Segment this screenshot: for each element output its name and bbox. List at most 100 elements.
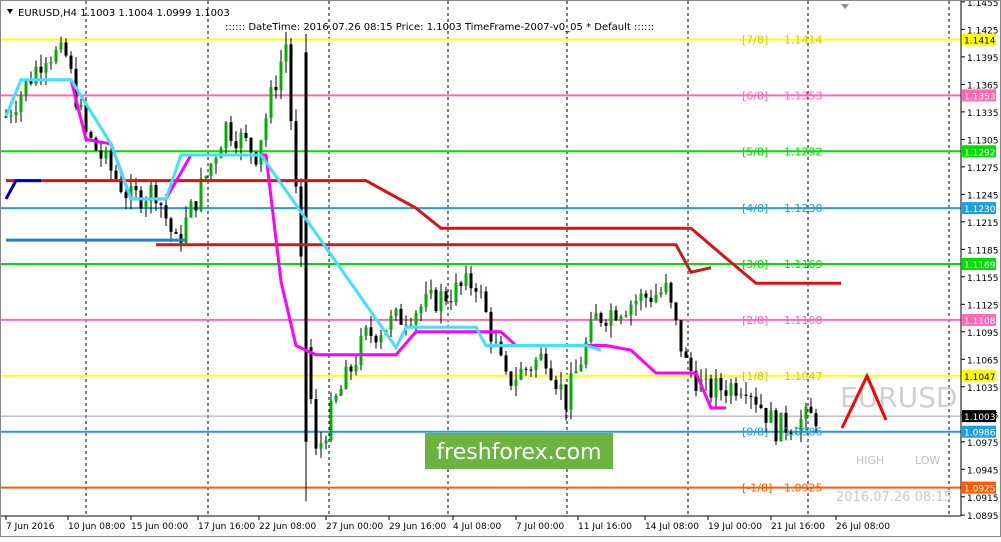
candle-body <box>549 368 553 380</box>
price-tags: 1.1414 1.1353 1.1292 1.1230 1.1169 1.1108 1.10… <box>962 33 996 495</box>
murrey-level-name: [3/8] <box>742 258 768 271</box>
datetime-footer: 2016.07.26 08:15 <box>836 490 952 505</box>
candle-body <box>364 327 368 336</box>
candle-body <box>729 383 733 396</box>
time-tick-label: 10 Jun 08:00 <box>68 522 125 532</box>
candle-body <box>99 150 103 159</box>
candle-body <box>219 148 223 159</box>
candle-body <box>359 335 363 366</box>
candle-body <box>294 121 298 187</box>
candle-body <box>159 203 163 206</box>
candle-body <box>629 304 633 315</box>
price-tick-label: 1.0975 <box>967 439 999 449</box>
candle-body <box>619 316 623 321</box>
candle-body <box>419 306 423 314</box>
candle-body <box>544 353 548 369</box>
candle-body <box>554 379 558 389</box>
candle-body <box>124 191 128 199</box>
candle-body <box>559 384 563 389</box>
price-chart[interactable]: [7/8] 1.1414 [6/8] 1.1353 [5/8] 1.1292 [4/8] 1.… <box>1 0 1001 538</box>
time-tick-label: 7 Jul 00:00 <box>516 522 565 532</box>
time-tick-label: 19 Jul 00:00 <box>708 522 762 532</box>
candle-body <box>224 122 228 149</box>
candle-body <box>809 406 813 414</box>
price-tick-label: 1.1095 <box>967 329 999 339</box>
candle-body <box>479 291 483 293</box>
candle-body <box>229 122 233 141</box>
candle-body <box>469 273 473 289</box>
time-tick-label: 4 Jul 08:00 <box>453 522 502 532</box>
candle-body <box>404 324 408 326</box>
candle-body <box>709 378 713 398</box>
candle-body <box>19 94 23 113</box>
candle-body <box>739 394 743 396</box>
murrey-level-value: 1.0925 <box>784 482 823 495</box>
candle-body <box>259 140 263 165</box>
candle-body <box>509 371 513 386</box>
candle-body <box>339 389 343 396</box>
candle-body <box>369 327 373 336</box>
candle-body <box>154 185 158 204</box>
brand-text: freshforex.com <box>436 440 601 465</box>
high-label: HIGH <box>856 454 884 467</box>
candle-body <box>9 115 13 117</box>
candle-body <box>284 44 288 62</box>
price-tick-label: 1.1275 <box>967 164 999 174</box>
price-tag-label: 1.1414 <box>964 36 996 46</box>
candle-body <box>589 319 593 342</box>
murrey-level-name: [-1/8] <box>742 482 772 495</box>
candle-body <box>474 288 478 292</box>
candle-body <box>14 112 18 116</box>
candle-body <box>754 396 758 405</box>
murrey-level-value: 1.1414 <box>784 33 823 46</box>
candle-body <box>499 341 503 356</box>
price-tick-label: 1.1155 <box>967 274 999 284</box>
price-tick-label: 1.0945 <box>967 466 999 476</box>
candle-body <box>169 218 173 232</box>
candle-body <box>289 44 293 122</box>
candle-body <box>39 66 43 73</box>
candle-body <box>309 347 313 400</box>
murrey-level-name: [0/8] <box>742 426 768 439</box>
candle-body <box>84 104 88 132</box>
candle-body <box>519 368 523 380</box>
candle-body <box>804 406 808 419</box>
candle-body <box>134 186 138 191</box>
time-tick-label: 14 Jul 08:00 <box>645 522 699 532</box>
price-tick-label: 1.1335 <box>967 109 999 119</box>
candle-body <box>814 413 818 427</box>
candle-body <box>274 86 278 91</box>
candle-body <box>704 378 708 380</box>
murrey-level-name: [6/8] <box>742 89 768 102</box>
time-tick-label: 21 Jul 16:00 <box>771 522 825 532</box>
murrey-level-value: 1.1292 <box>784 145 823 158</box>
price-tick-label: 1.1215 <box>967 219 999 229</box>
time-tick-label: 26 Jul 08:00 <box>836 522 890 532</box>
time-tick-label: 15 Jun 00:00 <box>131 522 188 532</box>
candle-body <box>314 399 318 449</box>
candle-body <box>349 366 353 372</box>
candle-body <box>449 301 453 303</box>
candle-body <box>504 355 508 372</box>
candle-body <box>49 62 53 64</box>
price-tick-label: 1.1065 <box>967 356 999 366</box>
chart-window[interactable]: [7/8] 1.1414 [6/8] 1.1353 [5/8] 1.1292 [4/8] 1.… <box>0 0 1001 537</box>
candle-body <box>564 384 568 410</box>
price-tag-label: 1.1292 <box>964 148 996 158</box>
low-label: LOW <box>915 454 940 467</box>
price-tick-label: 1.1305 <box>967 136 999 146</box>
candle-body <box>774 410 778 442</box>
candle-body <box>319 443 323 449</box>
candle-body <box>569 373 573 410</box>
candle-body <box>89 131 93 138</box>
murrey-level-name: [4/8] <box>742 202 768 215</box>
candle-body <box>59 42 63 50</box>
candle-body <box>634 300 638 305</box>
candle-body <box>674 302 678 321</box>
murrey-level-value: 1.1108 <box>784 314 823 327</box>
candle-body <box>214 158 218 164</box>
candle-body <box>679 320 683 352</box>
candle-body <box>609 310 613 326</box>
candle-body <box>524 368 528 370</box>
candle-body <box>389 316 393 331</box>
